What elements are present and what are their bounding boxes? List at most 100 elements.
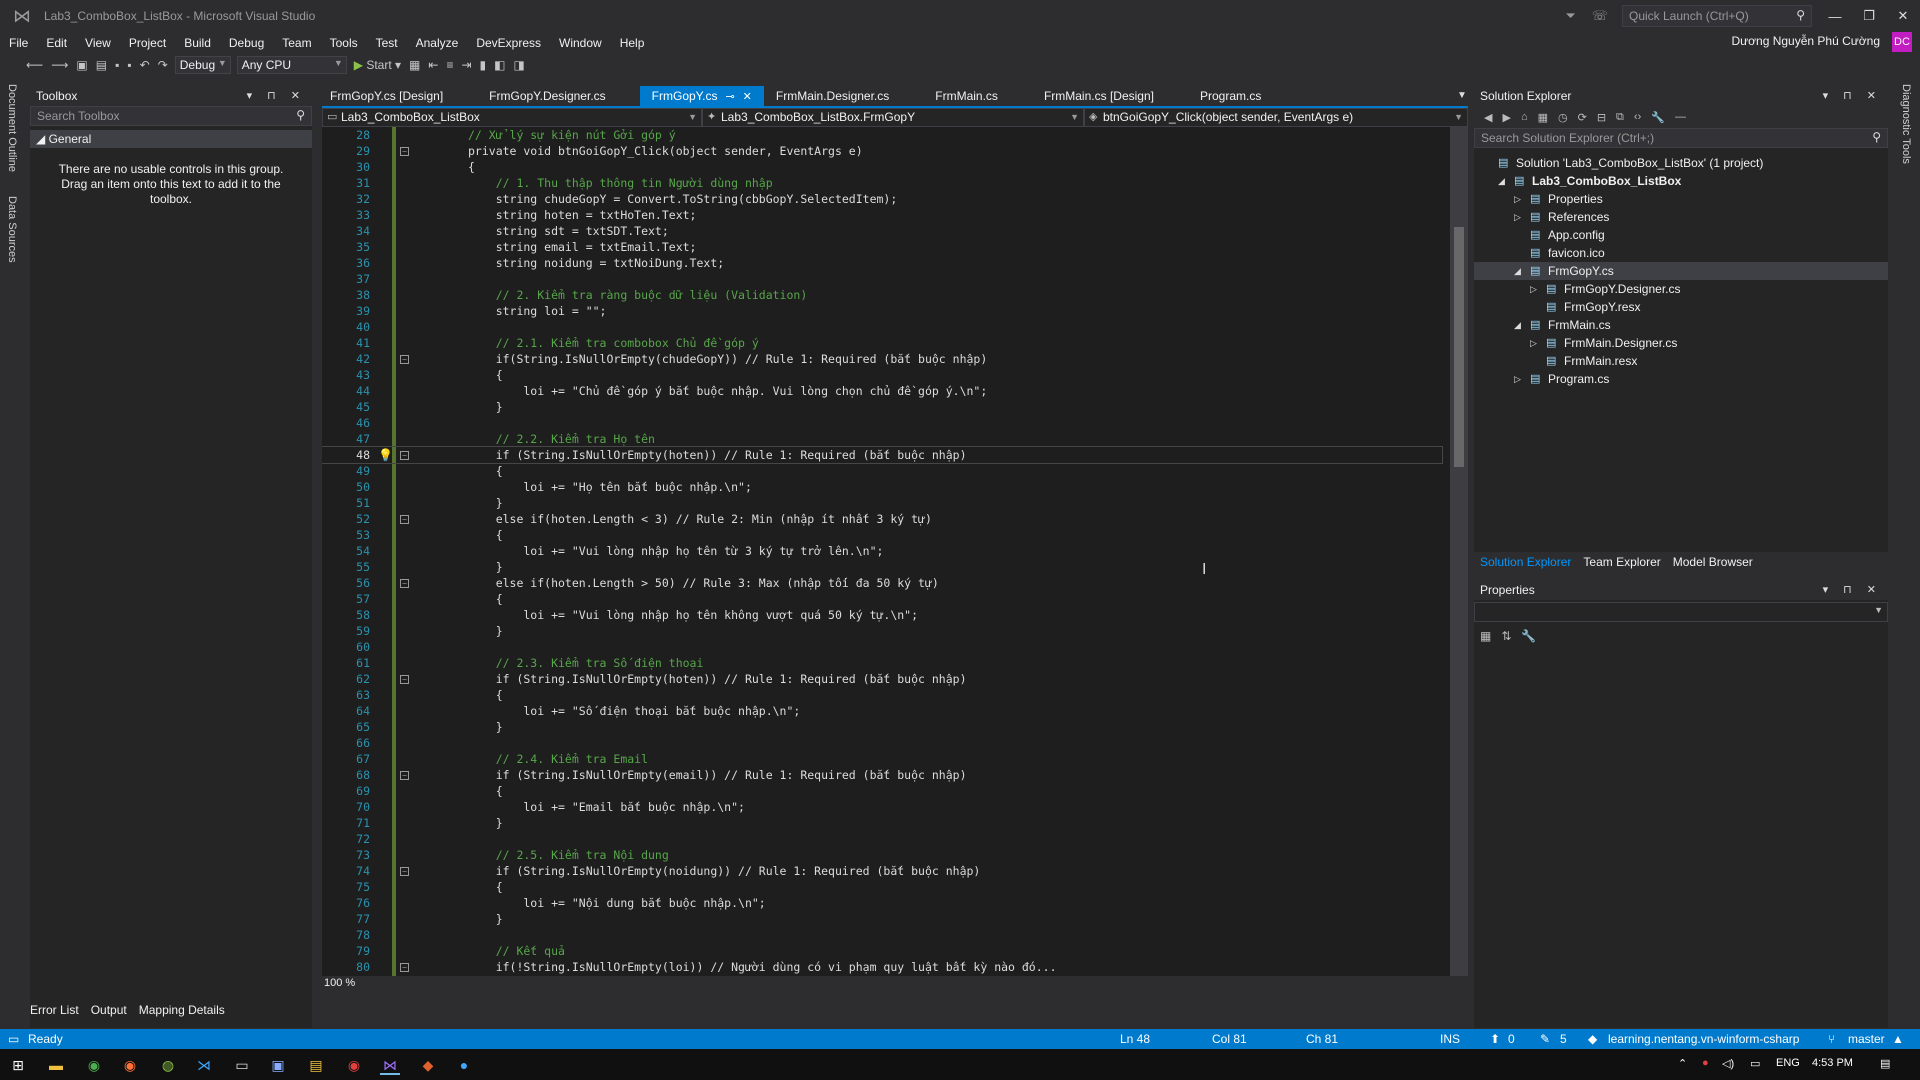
code-line[interactable]: 32 string chudeGopY = Convert.ToString(c… (322, 191, 1442, 207)
code-line[interactable]: 63 { (322, 687, 1442, 703)
tab-model-browser[interactable]: Model Browser (1667, 552, 1759, 572)
step-icon[interactable]: ⇤ (428, 58, 438, 72)
switch-views-icon[interactable]: ▦ (1538, 111, 1548, 124)
menu-window[interactable]: Window (550, 32, 611, 54)
menu-edit[interactable]: Edit (37, 32, 76, 54)
network-icon[interactable]: ▭ (1750, 1057, 1760, 1070)
code-line[interactable]: 30 { (322, 159, 1442, 175)
project-dropdown[interactable]: ▭ Lab3_ComboBox_ListBox ▼ (322, 108, 702, 127)
tree-expander-icon[interactable]: ▷ (1530, 334, 1537, 352)
code-line[interactable]: 70 loi += "Email bắt buộc nhập.\n"; (322, 799, 1442, 815)
code-line[interactable]: 41 // 2.1. Kiểm tra combobox Chủ đề góp … (322, 335, 1442, 351)
collapse-all-icon[interactable]: ⊟ (1597, 111, 1606, 124)
pencil-icon[interactable]: ✎ (1540, 1032, 1550, 1046)
home-icon[interactable]: ⌂ (1521, 111, 1528, 123)
code-line[interactable]: 36 string noidung = txtNoiDung.Text; (322, 255, 1442, 271)
code-line[interactable]: 35 string email = txtEmail.Text; (322, 239, 1442, 255)
code-line[interactable]: 50 loi += "Họ tên bắt buộc nhập.\n"; (322, 479, 1442, 495)
messenger-icon[interactable]: ● (454, 1055, 474, 1075)
status-up-count[interactable]: 0 (1508, 1032, 1515, 1046)
code-line[interactable]: 61 // 2.3. Kiểm tra Số điện thoại (322, 655, 1442, 671)
firefox-icon[interactable]: ◉ (120, 1055, 140, 1075)
tree-node[interactable]: ▷ ▤ Properties (1474, 190, 1888, 208)
code-line[interactable]: 65 } (322, 719, 1442, 735)
pin-icon[interactable]: ⊸ (725, 91, 734, 103)
fold-toggle-icon[interactable]: − (400, 963, 409, 972)
tree-expander-icon[interactable]: ◢ (1514, 316, 1521, 334)
open-file-icon[interactable]: ▤ (96, 58, 107, 72)
scrollbar-thumb[interactable] (1454, 227, 1464, 467)
tree-expander-icon[interactable]: ▷ (1514, 370, 1521, 388)
solution-search-input[interactable]: Search Solution Explorer (Ctrl+;) ⚲ (1474, 128, 1888, 148)
close-icon[interactable]: ✕ (743, 91, 752, 103)
menu-devexpress[interactable]: DevExpress (467, 32, 550, 54)
code-editor[interactable]: 28 // Xử lý sự kiện nút Gởi góp ý 29 − priva… (322, 127, 1468, 976)
chevron-up-icon[interactable]: ▲ (1892, 1032, 1904, 1046)
view-code-icon[interactable]: ‹› (1634, 111, 1641, 123)
menu-debug[interactable]: Debug (220, 32, 273, 54)
status-repository[interactable]: learning.nentang.vn-winform-csharp (1608, 1032, 1799, 1046)
property-pages-wrench-icon[interactable]: 🔧 (1521, 629, 1536, 643)
code-line[interactable]: 62 − if (String.IsNullOrEmpty(hoten)) // … (322, 671, 1442, 687)
app-icon[interactable]: ▣ (268, 1055, 288, 1075)
user-name[interactable]: Dương Nguyễn Phú Cường (1731, 34, 1880, 48)
volume-icon[interactable]: ◁) (1722, 1057, 1734, 1070)
zoom-level[interactable]: 100 % (324, 977, 355, 989)
properties-object-select[interactable]: ▼ (1474, 602, 1888, 622)
tab-team-explorer[interactable]: Team Explorer (1577, 552, 1666, 572)
undo-icon[interactable]: ↶ (140, 58, 150, 72)
tab-frmmain-designer[interactable]: FrmMain.Designer.cs (764, 86, 901, 106)
save-icon[interactable]: ▪ (115, 58, 119, 72)
bookmark-prev-icon[interactable]: ◧ (494, 58, 505, 72)
code-line[interactable]: 67 // 2.4. Kiểm tra Email (322, 751, 1442, 767)
app-icon-2[interactable]: ◆ (418, 1055, 438, 1075)
windows-start-icon[interactable]: ⊞ (8, 1055, 28, 1075)
alphabetical-icon[interactable]: ⇅ (1501, 629, 1511, 643)
record-icon[interactable]: ● (1702, 1057, 1709, 1069)
code-line[interactable]: 34 string sdt = txtSDT.Text; (322, 223, 1442, 239)
code-line[interactable]: 46 (322, 415, 1442, 431)
menu-tools[interactable]: Tools (321, 32, 367, 54)
tree-node[interactable]: ▷ ▤ FrmMain.Designer.cs (1474, 334, 1888, 352)
code-line[interactable]: 39 string loi = ""; (322, 303, 1442, 319)
code-line[interactable]: 43 { (322, 367, 1442, 383)
tree-expander-icon[interactable]: ▷ (1530, 280, 1537, 298)
tree-expander-icon[interactable]: ◢ (1514, 262, 1521, 280)
code-line[interactable]: 58 loi += "Vui lòng nhập họ tên không vư… (322, 607, 1442, 623)
code-line[interactable]: 38 // 2. Kiểm tra ràng buộc dữ liệu (Val… (322, 287, 1442, 303)
code-line[interactable]: 49 { (322, 463, 1442, 479)
back-icon[interactable]: ⟵ (26, 58, 43, 72)
menu-view[interactable]: View (76, 32, 120, 54)
fold-toggle-icon[interactable]: − (400, 771, 409, 780)
tree-node[interactable]: ◢ ▤ Lab3_ComboBox_ListBox (1474, 172, 1888, 190)
tree-node[interactable]: ▷ ▤ Program.cs (1474, 370, 1888, 388)
preview-icon[interactable]: — (1675, 111, 1686, 123)
tab-frmmain-design[interactable]: FrmMain.cs [Design] (1032, 86, 1166, 106)
platform-select[interactable]: Any CPU ▼ (236, 56, 347, 74)
bookmark-next-icon[interactable]: ◨ (513, 58, 524, 72)
publish-up-icon[interactable]: ⬆ (1490, 1032, 1500, 1046)
fold-toggle-icon[interactable]: − (400, 147, 409, 156)
menu-project[interactable]: Project (120, 32, 175, 54)
code-line[interactable]: 40 (322, 319, 1442, 335)
menu-file[interactable]: File (0, 32, 37, 54)
chrome-icon[interactable]: ◉ (84, 1055, 104, 1075)
new-project-icon[interactable]: ▣ (76, 58, 87, 72)
configuration-select[interactable]: Debug ▼ (174, 56, 231, 74)
panel-controls[interactable]: ▾ ⊓ ✕ (247, 89, 306, 102)
tab-mapping-details[interactable]: Mapping Details (133, 1000, 231, 1020)
panel-controls[interactable]: ▾ ⊓ ✕ (1823, 89, 1882, 102)
visual-studio-taskbar-icon[interactable]: ⋈ (380, 1055, 400, 1075)
class-dropdown[interactable]: ✦ Lab3_ComboBox_ListBox.FrmGopY ▼ (702, 108, 1084, 127)
diagnostic-tools-tab[interactable]: Diagnostic Tools (1900, 84, 1912, 164)
code-line[interactable]: 31 // 1. Thu thập thông tin Người dùng n… (322, 175, 1442, 191)
code-line[interactable]: 72 (322, 831, 1442, 847)
tab-frmgopy-design[interactable]: FrmGopY.cs [Design] (318, 86, 455, 106)
fold-toggle-icon[interactable]: − (400, 355, 409, 364)
tree-node[interactable]: ▤ FrmMain.resx (1474, 352, 1888, 370)
tab-error-list[interactable]: Error List (24, 1000, 85, 1020)
pending-changes-icon[interactable]: ◷ (1558, 111, 1568, 124)
minimize-button[interactable]: — (1818, 9, 1852, 24)
fold-toggle-icon[interactable]: − (400, 579, 409, 588)
properties-wrench-icon[interactable]: 🔧 (1651, 111, 1665, 124)
